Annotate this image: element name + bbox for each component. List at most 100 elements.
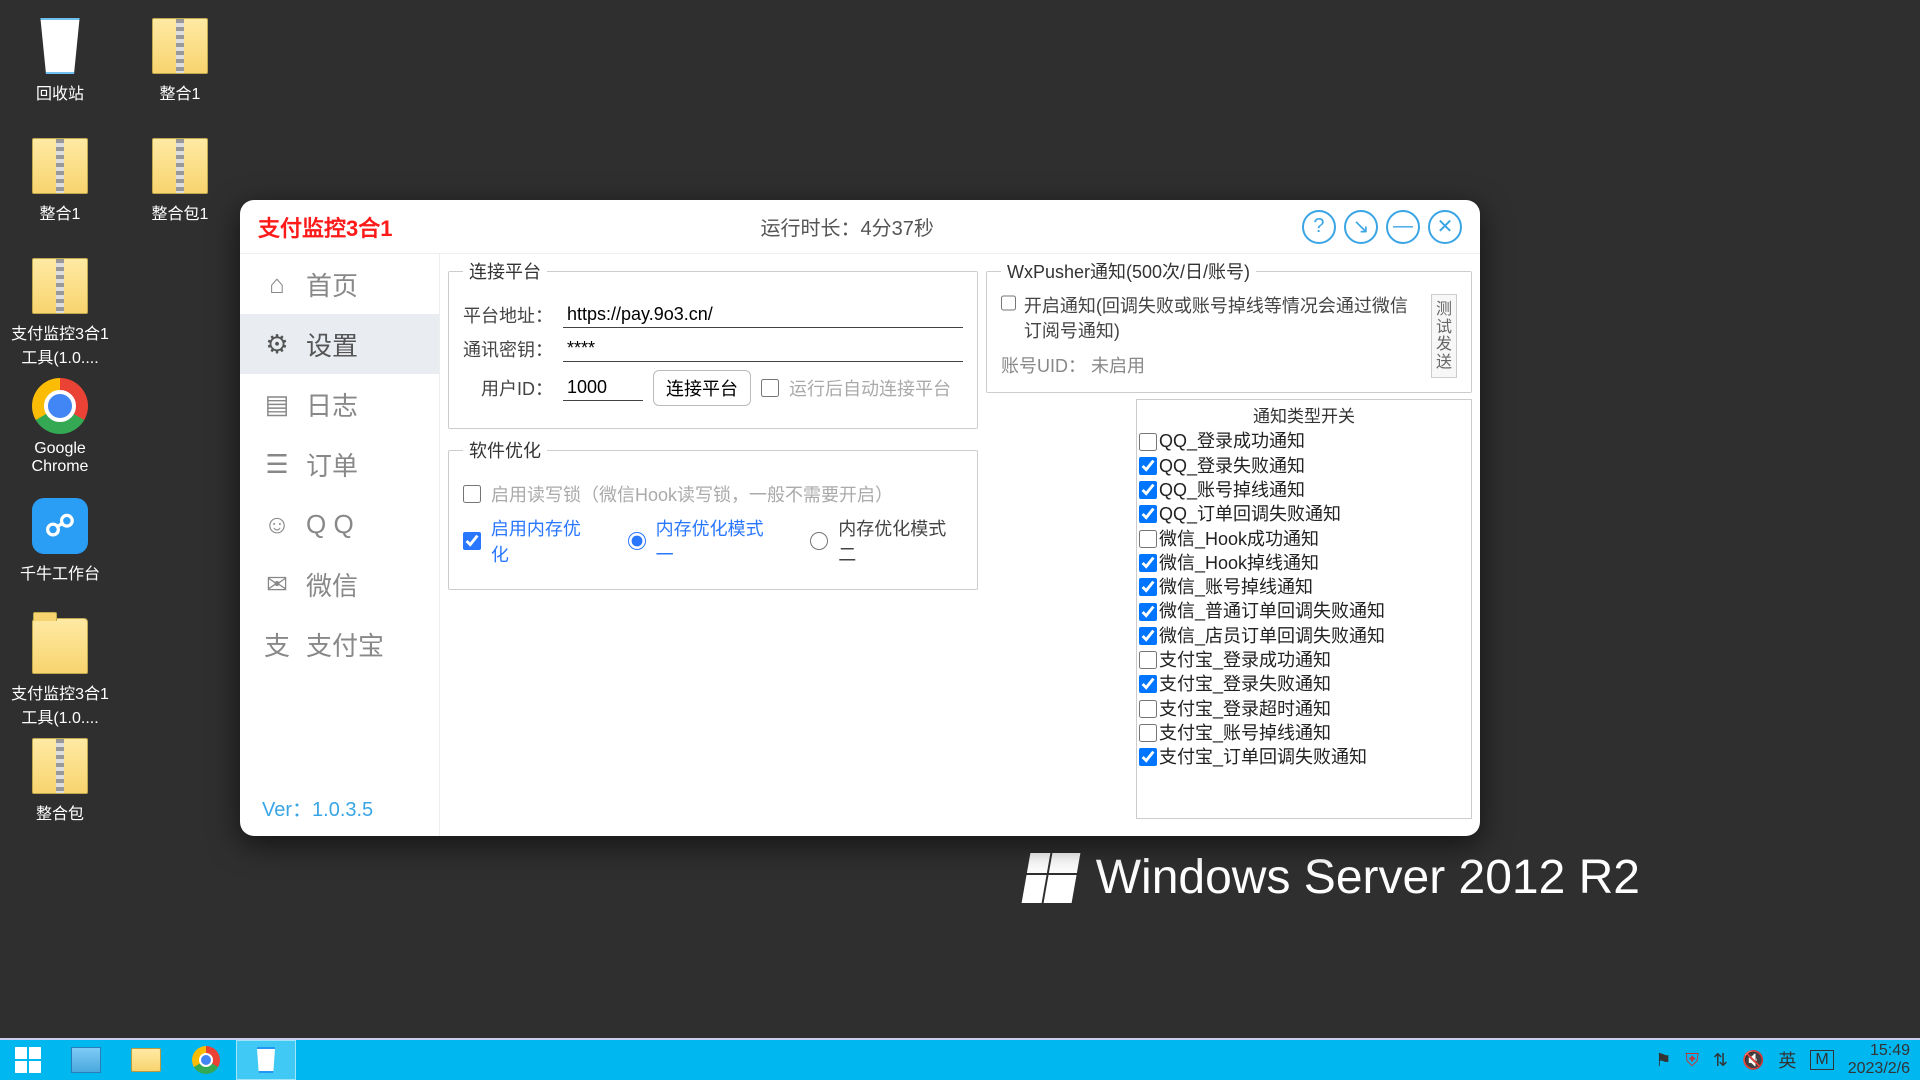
nav-label: 支付宝: [306, 626, 384, 663]
switch-checkbox-8[interactable]: [1139, 627, 1157, 645]
taskbar-app[interactable]: [236, 1040, 296, 1080]
close-button[interactable]: ✕: [1428, 210, 1462, 244]
windows-logo-icon: [15, 1047, 41, 1073]
switch-checkbox-13[interactable]: [1139, 748, 1157, 766]
desktop-icon-label: 整合包: [36, 800, 84, 824]
auto-connect-checkbox[interactable]: [761, 379, 779, 397]
switch-label: QQ_登录成功通知: [1159, 429, 1305, 453]
app-icon: [253, 1047, 279, 1073]
switch-checkbox-3[interactable]: [1139, 505, 1157, 523]
desktop-icon-0[interactable]: 回收站: [10, 10, 110, 130]
runtime-label: 运行时长：4分37秒: [761, 212, 934, 241]
switch-checkbox-10[interactable]: [1139, 675, 1157, 693]
desktop-icon-label: 整合1: [40, 200, 81, 224]
connect-button[interactable]: 连接平台: [653, 370, 751, 406]
test-send-button[interactable]: 测试发送: [1431, 294, 1457, 378]
auto-connect-label: 运行后自动连接平台: [789, 375, 951, 401]
desktop-icon-8[interactable]: 整合包1: [130, 130, 230, 250]
nav-item-6[interactable]: 支支付宝: [240, 614, 439, 674]
nav-icon: ☺: [262, 509, 292, 540]
app-window: 支付监控3合1 运行时长：4分37秒 ? ↘ — ✕ ⌂首页⚙设置▤日志☰订单☺…: [240, 200, 1480, 836]
help-button[interactable]: ?: [1302, 210, 1336, 244]
nav-item-5[interactable]: ✉ 微信: [240, 554, 439, 614]
chrome-icon: [32, 378, 88, 434]
folder-icon: [131, 1048, 161, 1072]
minimize-button[interactable]: —: [1386, 210, 1420, 244]
switch-checkbox-12[interactable]: [1139, 724, 1157, 742]
nav-icon: ✉: [262, 569, 292, 600]
zip-icon: [32, 138, 88, 194]
nav-item-1[interactable]: ⚙设置: [240, 314, 439, 374]
nav-icon: ⌂: [262, 269, 292, 300]
desktop-icon-label: 支付监控3合1工具(1.0....: [10, 680, 110, 728]
desktop-icon-4[interactable]: ☍千牛工作台: [10, 490, 110, 610]
nav-label: 微信: [306, 566, 358, 603]
nav-item-3[interactable]: ☰订单: [240, 434, 439, 494]
zip-icon: [152, 18, 208, 74]
tray-flag-icon[interactable]: ⚑: [1655, 1050, 1671, 1071]
switch-checkbox-0[interactable]: [1139, 433, 1157, 451]
optimize-fieldset: 软件优化 启用读写锁（微信Hook读写锁，一般不需要开启） 启用内存优化 内存优…: [448, 437, 978, 590]
taskbar-explorer[interactable]: [116, 1040, 176, 1080]
tray-clock[interactable]: 15:49 2023/2/6: [1848, 1042, 1910, 1077]
optimize-legend: 软件优化: [463, 437, 547, 463]
switch-checkbox-2[interactable]: [1139, 481, 1157, 499]
wxpusher-uid-label: 账号UID：: [1001, 356, 1086, 376]
nav-label: 日志: [306, 386, 358, 423]
switch-checkbox-1[interactable]: [1139, 457, 1157, 475]
lock-checkbox[interactable]: [463, 485, 481, 503]
mem-mode2-radio[interactable]: [810, 532, 828, 550]
desktop-icon-2[interactable]: 支付监控3合1工具(1.0....: [10, 250, 110, 370]
switch-label: 微信_账号掉线通知: [1159, 575, 1313, 599]
windows-logo-icon: [1021, 853, 1080, 903]
desktop-icon-1[interactable]: 整合1: [10, 130, 110, 250]
switch-checkbox-5[interactable]: [1139, 554, 1157, 572]
pin-button[interactable]: ↘: [1344, 210, 1378, 244]
tray-volume-icon[interactable]: 🔇: [1742, 1050, 1764, 1071]
desktop-icon-3[interactable]: Google Chrome: [10, 370, 110, 490]
switch-label: 支付宝_登录超时通知: [1159, 697, 1331, 721]
desktop-icon-label: 支付监控3合1工具(1.0....: [10, 320, 110, 368]
taskbar: ⚑ ⛨ ⇅ 🔇 英 M 15:49 2023/2/6: [0, 1038, 1920, 1080]
app-version: Ver：1.0.3.5: [240, 779, 439, 836]
userid-input[interactable]: [563, 375, 643, 401]
desktop-icon-label: 整合包1: [152, 200, 209, 224]
start-button[interactable]: [0, 1040, 56, 1080]
recycle-icon: [32, 18, 88, 74]
tray-ime-lang[interactable]: 英: [1778, 1047, 1796, 1073]
nav-item-2[interactable]: ▤日志: [240, 374, 439, 434]
taskbar-chrome[interactable]: [176, 1040, 236, 1080]
tray-ime-mode[interactable]: M: [1810, 1050, 1833, 1070]
desktop-icon-label: 回收站: [36, 80, 84, 104]
desktop-icon-5[interactable]: 支付监控3合1工具(1.0....: [10, 610, 110, 730]
connect-legend: 连接平台: [463, 258, 547, 284]
desktop[interactable]: Windows Server 2012 R2 回收站整合1支付监控3合1工具(1…: [0, 0, 1920, 1038]
qianniu-icon: ☍: [32, 498, 88, 554]
switch-checkbox-11[interactable]: [1139, 700, 1157, 718]
mem-enable-checkbox[interactable]: [463, 532, 481, 550]
mem-mode1-radio[interactable]: [628, 532, 646, 550]
addr-input[interactable]: [563, 302, 963, 328]
addr-label: 平台地址：: [463, 302, 553, 328]
wxpusher-enable-checkbox[interactable]: [1001, 294, 1016, 312]
tray-shield-icon[interactable]: ⛨: [1685, 1050, 1699, 1071]
desktop-icon-6[interactable]: 整合包: [10, 730, 110, 850]
switch-checkbox-6[interactable]: [1139, 578, 1157, 596]
switch-label: 微信_店员订单回调失败通知: [1159, 624, 1385, 648]
desktop-icon-7[interactable]: 整合1: [130, 10, 230, 130]
mem-mode1-label: 内存优化模式一: [656, 515, 781, 567]
nav-icon: ☰: [262, 449, 292, 480]
switch-checkbox-9[interactable]: [1139, 651, 1157, 669]
switch-label: 微信_普通订单回调失败通知: [1159, 599, 1385, 623]
switch-label: QQ_账号掉线通知: [1159, 478, 1305, 502]
switch-checkbox-4[interactable]: [1139, 530, 1157, 548]
nav-item-4[interactable]: ☺ Q Q: [240, 494, 439, 554]
tray-network-icon[interactable]: ⇅: [1713, 1050, 1728, 1071]
switch-label: 支付宝_登录成功通知: [1159, 648, 1331, 672]
nav-label: Q Q: [306, 509, 354, 540]
switch-list-title: 通知类型开关: [1139, 402, 1469, 427]
switch-checkbox-7[interactable]: [1139, 603, 1157, 621]
nav-item-0[interactable]: ⌂首页: [240, 254, 439, 314]
taskbar-server-manager[interactable]: [56, 1040, 116, 1080]
secret-input[interactable]: [563, 336, 963, 362]
